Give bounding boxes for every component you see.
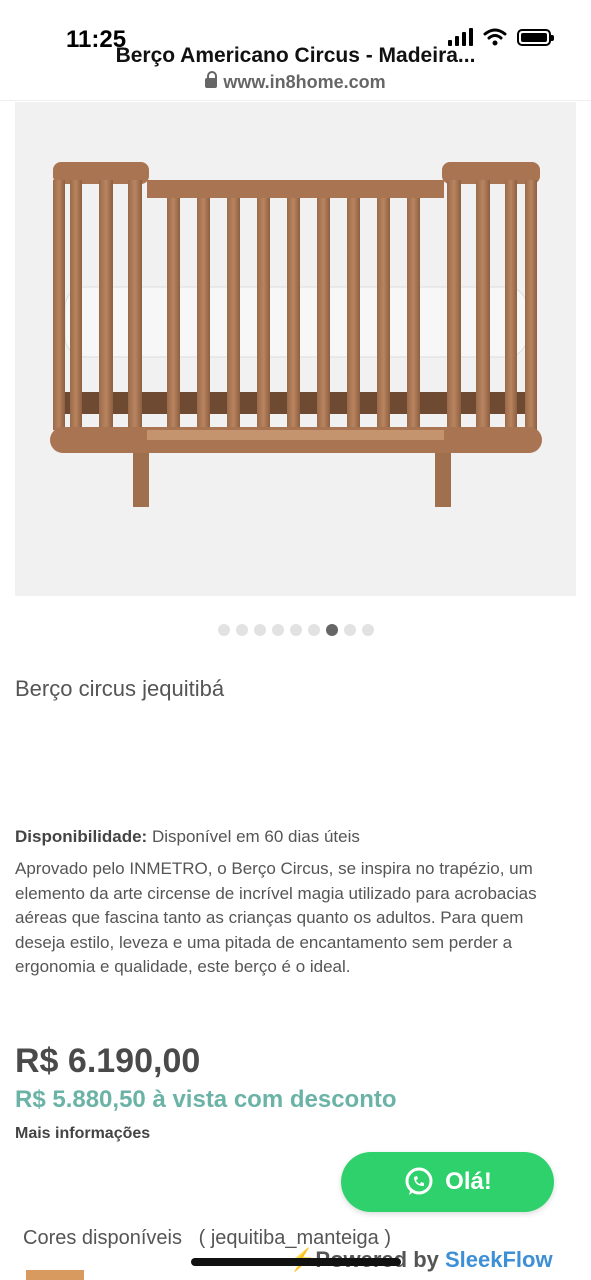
carousel-dot[interactable] [217,624,230,636]
product-image[interactable] [15,102,576,596]
url-bar[interactable]: www.in8home.com [0,71,591,93]
page-title: Berço Americano Circus - Madeira... [115,44,476,67]
product-description: Aprovado pelo INMETRO, o Berço Circus, s… [15,859,537,976]
image-carousel-dots[interactable] [0,624,591,636]
carousel-dot[interactable] [307,624,320,636]
availability: Disponibilidade: Disponível em 60 dias ú… [15,827,360,847]
browser-header: 11:25 Berço Americano Circus - Madeira..… [0,0,591,101]
carousel-dot-active[interactable] [325,624,338,636]
carousel-dot[interactable] [343,624,356,636]
carousel-dot[interactable] [289,624,302,636]
colors-value: ( jequitiba_manteiga ) [198,1227,391,1249]
color-swatch[interactable] [26,1270,84,1280]
carousel-dot[interactable] [253,624,266,636]
home-indicator[interactable] [191,1258,401,1266]
lock-icon [205,71,218,89]
url-text: www.in8home.com [223,72,386,92]
crib-illustration [50,162,542,507]
carousel-dot[interactable] [235,624,248,636]
colors-label: Cores disponíveis [23,1227,182,1249]
whatsapp-icon [405,1167,433,1195]
whatsapp-button-label: Olá! [445,1168,492,1195]
product-name: Berço circus jequitibá [15,676,225,701]
carousel-dot[interactable] [361,624,374,636]
availability-value: Disponível em 60 dias úteis [151,827,360,846]
cash-discount-price: R$ 5.880,50 à vista com desconto [15,1086,397,1113]
availability-label: Disponibilidade: [15,827,148,846]
whatsapp-chat-button[interactable]: Olá! [341,1152,554,1212]
powered-brand: SleekFlow [445,1247,553,1272]
product-price: R$ 6.190,00 [15,1042,201,1080]
carousel-dot[interactable] [271,624,284,636]
more-info-link[interactable]: Mais informações [15,1125,150,1143]
